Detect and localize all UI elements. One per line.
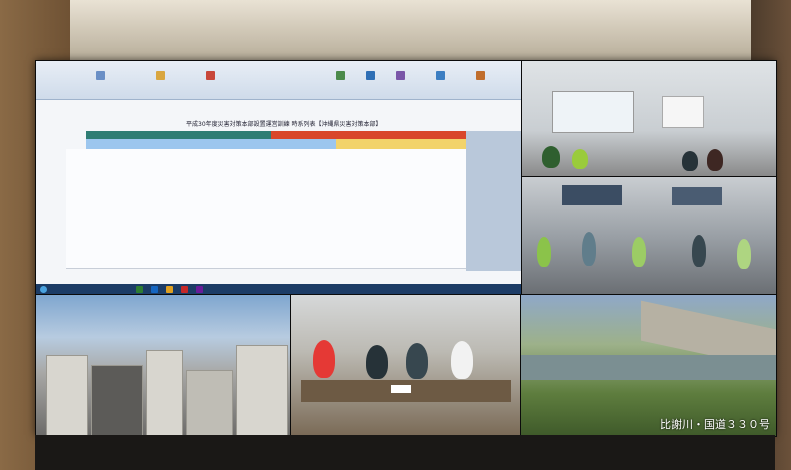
table-row [66,149,466,167]
right-column-block [466,131,522,271]
building [146,350,183,436]
ceiling [0,0,791,60]
taskbar-app-icon [181,286,188,293]
spreadsheet-panel: 平成30年度災害対策本部設置運営訓練 時系列表【沖縄県災害対策本部】 [35,60,523,296]
video-wall-base [35,435,775,470]
monitor [562,185,622,205]
building [236,345,288,436]
sheet-title: 平成30年度災害対策本部設置運営訓練 時系列表【沖縄県災害対策本部】 [186,121,382,128]
start-icon [40,286,47,293]
building [91,365,143,436]
person [451,341,473,379]
ribbon-icon [336,71,345,80]
monitor [672,187,722,205]
name-plate [391,385,411,393]
taskbar-app-icon [151,286,158,293]
ribbon-icon [476,71,485,80]
person [537,237,551,267]
person [682,151,698,171]
whiteboard [662,96,704,128]
person [406,343,428,379]
river [521,355,776,380]
ribbon-icon [156,71,165,80]
person [737,239,751,269]
ribbon-icon [436,71,445,80]
table-row [66,217,466,235]
header-row-yellow [336,139,466,149]
header-band-green [86,131,271,139]
person [366,345,388,379]
office-camera-feed-2 [521,176,777,296]
city-camera-feed [35,294,292,437]
ribbon-icon [206,71,215,80]
taskbar-app-icon [166,286,173,293]
header-band-red [271,131,466,139]
ribbon-icon [96,71,105,80]
meeting-room-camera-feed [290,294,522,437]
table-row [66,183,466,201]
table-row [66,200,466,218]
person [572,149,588,169]
ribbon-icon [396,71,405,80]
taskbar-app-icon [136,286,143,293]
person [632,237,646,267]
person [692,235,706,267]
building [46,355,88,436]
person [313,340,335,378]
ribbon-icon [366,71,375,80]
table-row [66,251,466,269]
person [707,149,723,171]
building [186,370,233,436]
river-camera-feed: 比謝川・国道３３０号 [520,294,777,437]
table-row [66,234,466,252]
video-wall: 平成30年度災害対策本部設置運営訓練 時系列表【沖縄県災害対策本部】 比謝川・国… [35,60,777,437]
excel-ribbon [36,61,522,100]
person [542,146,560,168]
office-camera-feed-1 [521,60,777,178]
whiteboard [552,91,634,133]
table-row [66,166,466,184]
camera-caption: 比謝川・国道３３０号 [660,418,770,431]
person [582,232,596,266]
taskbar-app-icon [196,286,203,293]
